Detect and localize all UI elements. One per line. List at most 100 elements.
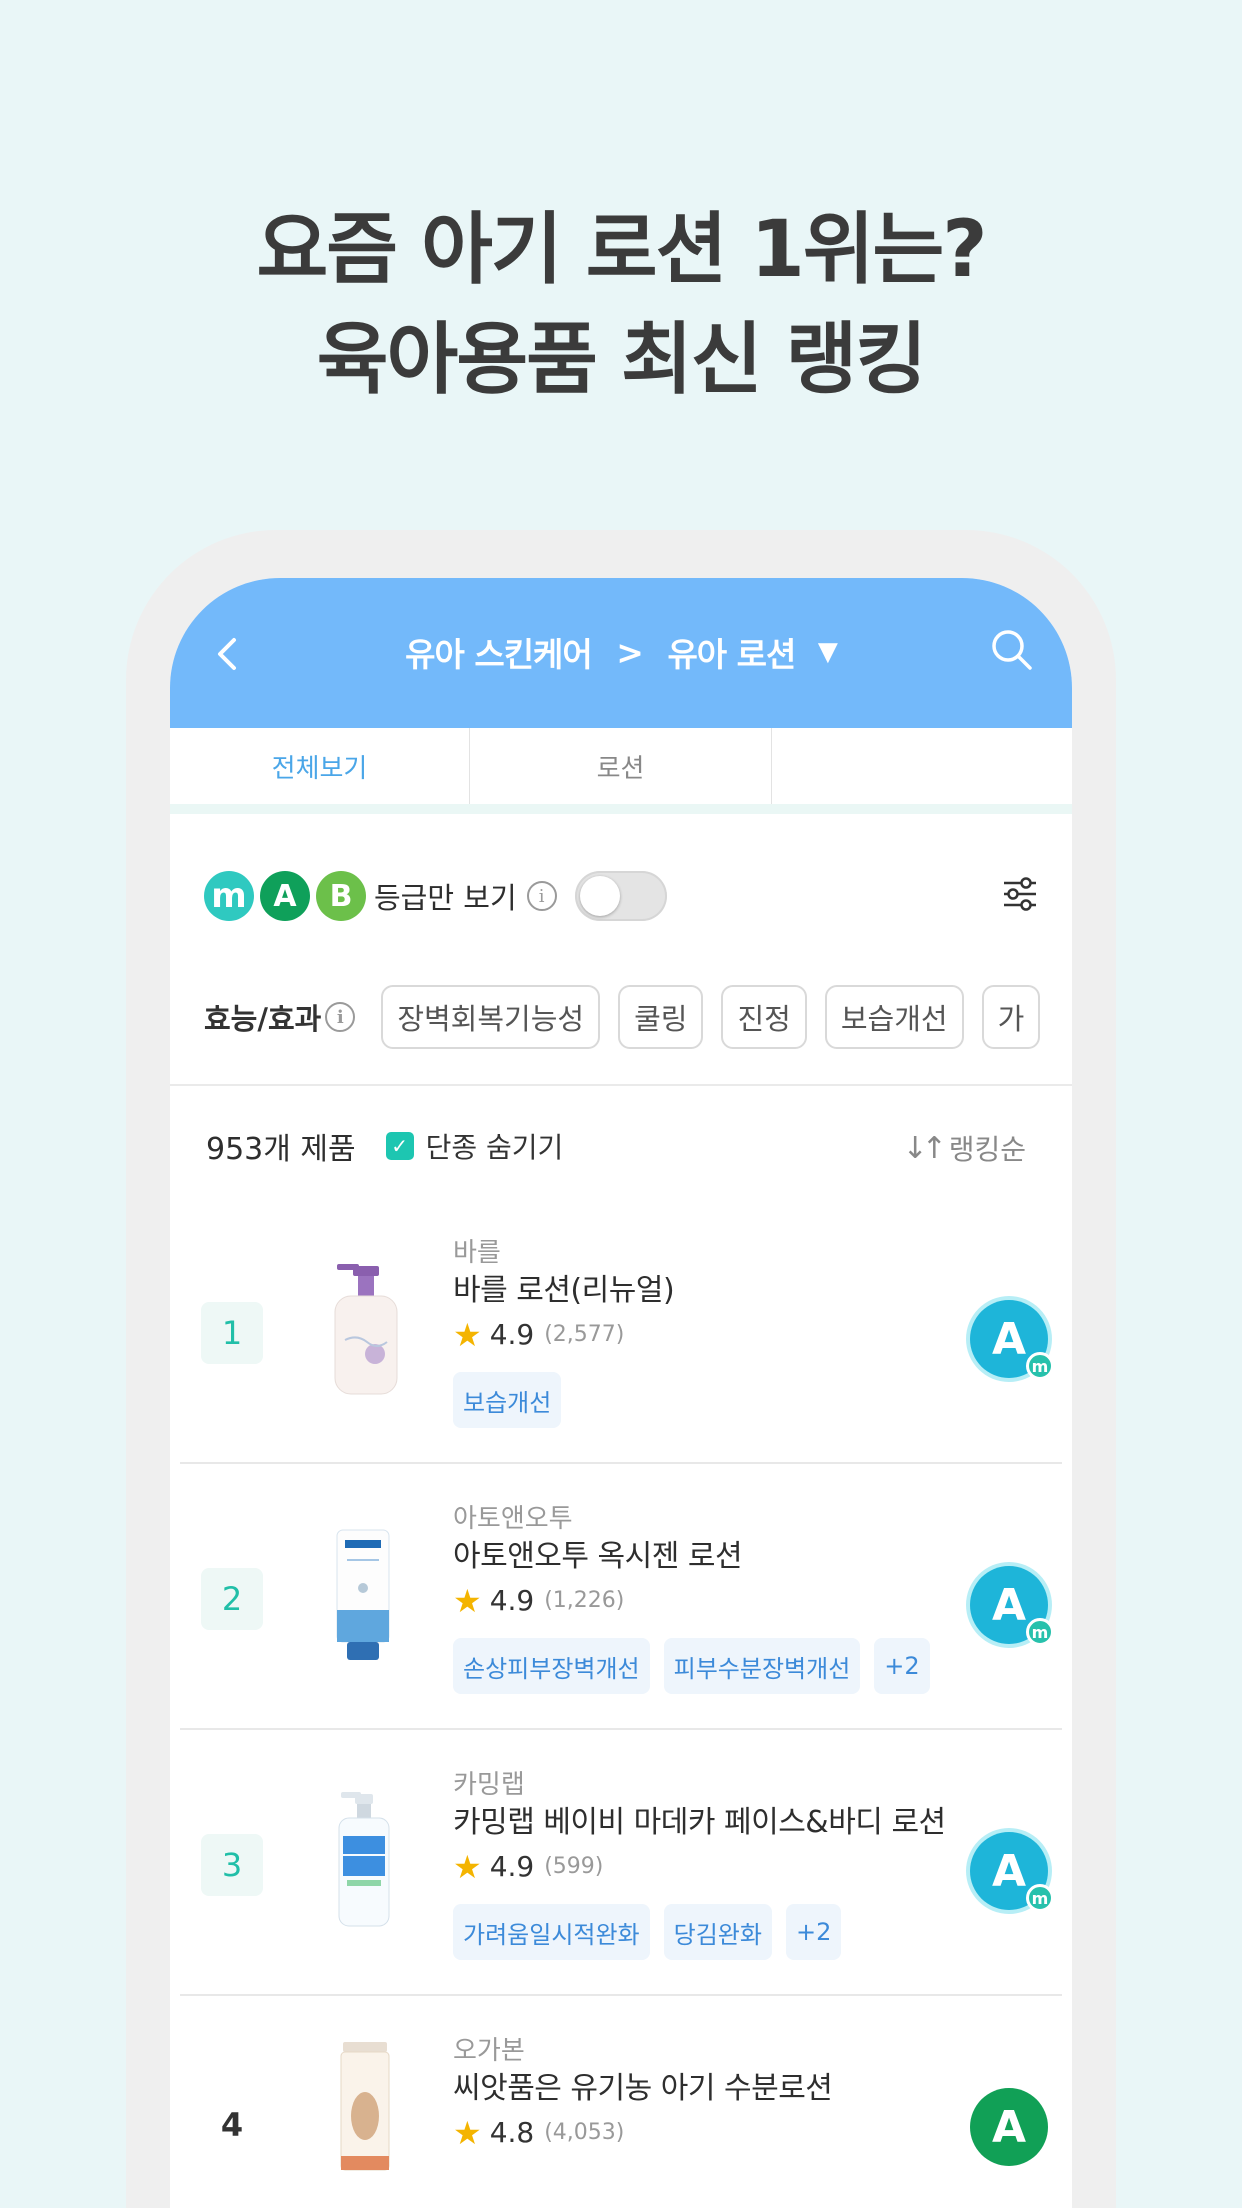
promo-headline: 요즘 아기 로션 1위는? 육아용품 최신 랭킹: [0, 195, 1242, 415]
product-rating: ★ 4.9 (599): [453, 1844, 973, 1890]
breadcrumb-subcategory[interactable]: 유아 로션: [667, 628, 796, 676]
grade-letter: A: [991, 1845, 1027, 1897]
grade-letter: A: [991, 1313, 1027, 1365]
effect-chip[interactable]: 진정: [721, 985, 807, 1049]
product-row[interactable]: 4 오가본 씨앗품은 유기농 아기 수분로션 ★ 4.8 (4,053) A: [180, 1996, 1062, 2208]
product-name[interactable]: 씨앗품은 유기농 아기 수분로션: [453, 2068, 973, 2110]
grade-m-mini-icon: m: [1026, 1884, 1054, 1912]
rank-badge: 1: [201, 1302, 263, 1364]
hide-discontinued-label[interactable]: 단종 숨기기: [426, 1126, 564, 1166]
effect-tag: 보습개선: [453, 1372, 562, 1428]
grade-b-icon: B: [316, 871, 366, 921]
breadcrumb-separator: >: [616, 632, 644, 672]
product-tags: 보습개선: [453, 1372, 973, 1428]
breadcrumb-category[interactable]: 유아 스킨케어: [405, 628, 593, 676]
effect-chip[interactable]: 장벽회복기능성: [381, 985, 601, 1049]
product-rating: ★ 4.9 (2,577): [453, 1312, 973, 1358]
product-name[interactable]: 아토앤오투 옥시젠 로션: [453, 1536, 973, 1578]
star-icon: ★: [453, 1848, 482, 1886]
grade-m-mini-icon: m: [1026, 1352, 1054, 1380]
product-brand: 바를: [453, 1238, 501, 1268]
star-icon: ★: [453, 1582, 482, 1620]
product-tags: 가려움일시적완화 당김완화 +2: [453, 1904, 973, 1960]
product-brand: 카밍랩: [453, 1770, 525, 1800]
grade-a-badge: A m: [970, 1300, 1054, 1380]
effect-tag: 당김완화: [663, 1904, 772, 1960]
sort-button[interactable]: ↓↑ 랭킹순: [902, 1128, 1026, 1168]
effect-label-text: 효능/효과: [204, 1002, 322, 1036]
product-rating: ★ 4.8 (4,053): [453, 2110, 973, 2156]
effect-chip[interactable]: 쿨링: [618, 985, 704, 1049]
rating-value: 4.9: [489, 1318, 535, 1351]
rating-value: 4.9: [489, 1584, 535, 1617]
grade-letter: A: [991, 2101, 1027, 2153]
search-icon[interactable]: [988, 626, 1036, 674]
product-image: [338, 1792, 390, 1927]
grade-a-badge: A: [970, 2088, 1048, 2166]
sort-label: 랭킹순: [948, 1133, 1026, 1166]
product-tags: 손상피부장벽개선 피부수분장벽개선 +2: [453, 1638, 973, 1694]
product-image: [336, 1529, 390, 1660]
effect-filter-row: 효능/효과 i 장벽회복기능성 쿨링 진정 보습개선 가: [204, 984, 1058, 1050]
star-icon: ★: [453, 1316, 482, 1354]
filter-settings-icon[interactable]: [1000, 874, 1040, 914]
grade-m-icon: m: [204, 871, 254, 921]
grade-m-mini-icon: m: [1026, 1618, 1054, 1646]
grade-a-badge: A m: [970, 1566, 1054, 1646]
review-count: (599): [544, 1854, 604, 1879]
more-tags[interactable]: +2: [874, 1638, 930, 1694]
grade-filter-row: m A B 등급만 보기 i: [204, 868, 667, 924]
rating-value: 4.9: [489, 1850, 535, 1883]
top-bar: 유아 스킨케어 > 유아 로션 ▼: [170, 578, 1072, 728]
headline-line-2: 육아용품 최신 랭킹: [316, 315, 927, 405]
product-info: 카밍랩 카밍랩 베이비 마데카 페이스&바디 로션 ★ 4.9 (599) 가려…: [453, 1768, 973, 1960]
product-row[interactable]: 2 아토앤오투 아토앤오투 옥시젠 로션 ★ 4.9 (1,226) 손상피부장…: [180, 1464, 1062, 1730]
effect-tag: 가려움일시적완화: [453, 1904, 650, 1960]
effect-chip[interactable]: 보습개선: [824, 985, 964, 1049]
effect-tag: 피부수분장벽개선: [663, 1638, 861, 1694]
effect-tag: 손상피부장벽개선: [453, 1638, 650, 1694]
grade-filter-toggle[interactable]: [574, 871, 667, 921]
grade-a-icon: A: [260, 871, 310, 921]
more-tags[interactable]: +2: [785, 1904, 842, 1960]
breadcrumb[interactable]: 유아 스킨케어 > 유아 로션 ▼: [170, 628, 1072, 676]
product-name[interactable]: 바를 로션(리뉴얼): [453, 1270, 973, 1312]
tab-lotion[interactable]: 로션: [470, 728, 772, 804]
product-image: [340, 2042, 390, 2171]
review-count: (1,226): [544, 1588, 625, 1613]
toggle-knob: [579, 876, 620, 916]
hide-discontinued-checkbox[interactable]: ✓: [385, 1132, 414, 1160]
info-icon[interactable]: i: [325, 1002, 356, 1032]
product-row[interactable]: 1 바를 바를 로션(리뉴얼) ★ 4.9 (2,577) 보습개선 A m: [180, 1198, 1062, 1464]
product-name[interactable]: 카밍랩 베이비 마데카 페이스&바디 로션: [453, 1802, 973, 1844]
product-info: 오가본 씨앗품은 유기농 아기 수분로션 ★ 4.8 (4,053): [453, 2034, 973, 2156]
info-icon[interactable]: i: [526, 881, 557, 911]
product-image: [334, 1264, 398, 1395]
category-tabs: 전체보기 로션: [170, 728, 1072, 814]
review-count: (2,577): [544, 1322, 625, 1347]
star-icon: ★: [453, 2114, 482, 2152]
review-count: (4,053): [544, 2120, 625, 2145]
tab-all[interactable]: 전체보기: [170, 728, 470, 804]
tab-empty[interactable]: [772, 728, 1072, 804]
divider: [170, 1084, 1072, 1086]
product-brand: 아토앤오투: [453, 1504, 573, 1534]
rank-badge: 2: [201, 1568, 263, 1630]
effect-chip[interactable]: 가: [981, 985, 1041, 1049]
headline-line-1: 요즘 아기 로션 1위는?: [256, 205, 987, 295]
app-screen: 유아 스킨케어 > 유아 로션 ▼ 전체보기 로션 m A B 등급만 보기 i: [170, 578, 1072, 2208]
product-count: 953개 제품: [206, 1132, 356, 1167]
list-header: 953개 제품 ✓ 단종 숨기기 ↓↑ 랭킹순: [206, 1118, 1046, 1174]
grade-a-badge: A m: [970, 1832, 1054, 1912]
rating-value: 4.8: [489, 2116, 535, 2149]
rank-badge: 3: [201, 1834, 263, 1896]
product-row[interactable]: 3 카밍랩 카밍랩 베이비 마데카 페이스&바디 로션 ★ 4.9 (599) …: [180, 1730, 1062, 1996]
chevron-down-icon[interactable]: ▼: [818, 637, 838, 667]
product-rating: ★ 4.9 (1,226): [453, 1578, 973, 1624]
effect-label: 효능/효과 i: [204, 996, 356, 1038]
product-brand: 오가본: [453, 2036, 525, 2066]
sort-icon: ↓↑: [902, 1130, 946, 1166]
product-info: 아토앤오투 아토앤오투 옥시젠 로션 ★ 4.9 (1,226) 손상피부장벽개…: [453, 1502, 973, 1694]
grade-letter: A: [991, 1579, 1027, 1631]
grade-filter-label: 등급만 보기: [374, 881, 517, 915]
